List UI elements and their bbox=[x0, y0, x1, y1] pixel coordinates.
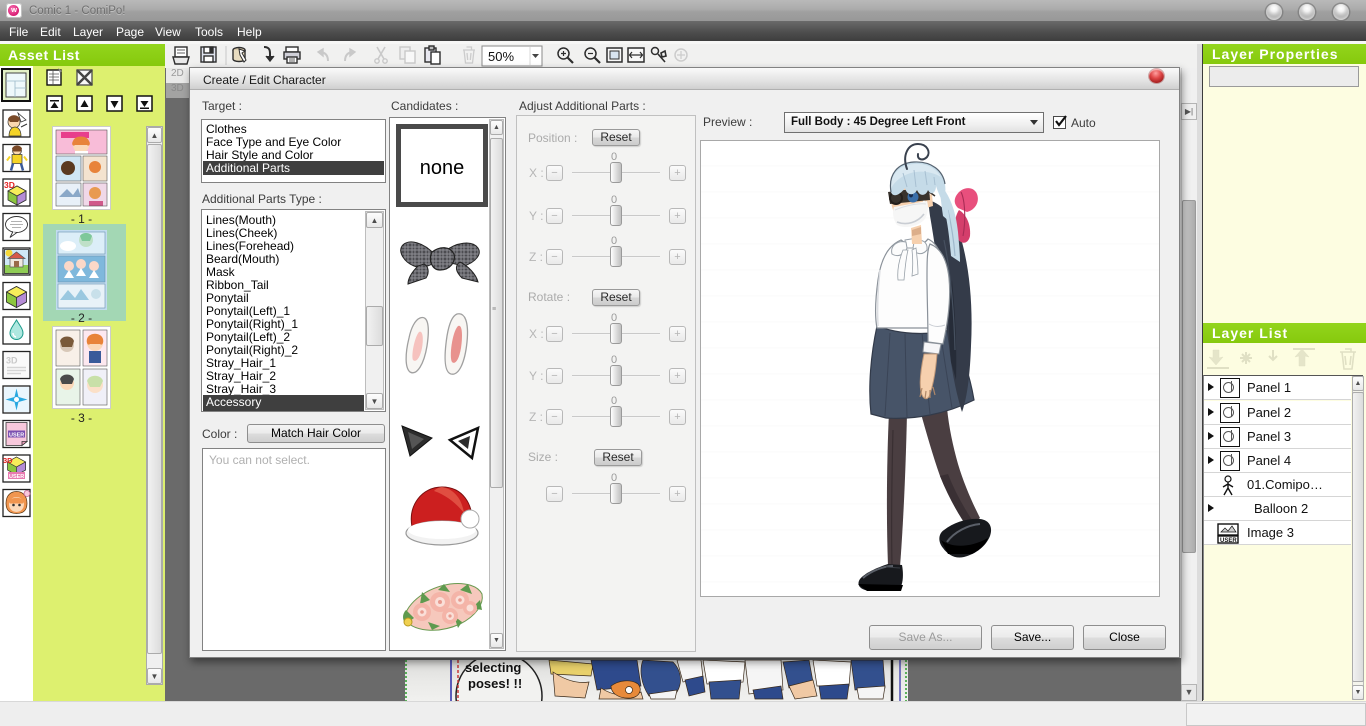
svg-text:3D: 3D bbox=[3, 456, 13, 465]
svg-text:USER: USER bbox=[9, 433, 24, 439]
svg-text:USER: USER bbox=[9, 474, 24, 480]
svg-text:50%: 50% bbox=[488, 49, 514, 64]
svg-text:selecting: selecting bbox=[465, 660, 521, 675]
svg-text:USER: USER bbox=[1220, 538, 1237, 544]
svg-text:3D: 3D bbox=[6, 356, 18, 366]
svg-text:poses! !!: poses! !! bbox=[468, 676, 522, 691]
svg-text:3D: 3D bbox=[4, 180, 15, 190]
